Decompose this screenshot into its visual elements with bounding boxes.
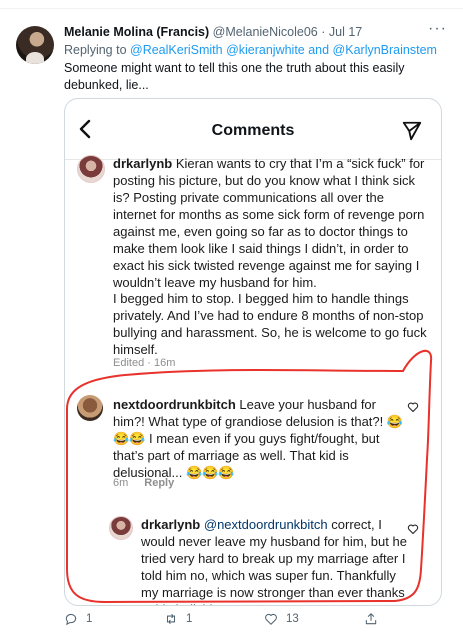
author-name[interactable]: Melanie Molina (Francis) [64,25,209,39]
comment-3-text: drkarlynb @nextdoordrunkbitch correct, I… [141,516,407,605]
tweet-header: Melanie Molina (Francis) @MelanieNicole0… [64,25,444,39]
retweet-action[interactable]: 1 [164,612,192,626]
comment-2-text: nextdoordrunkbitch Leave your husband fo… [113,396,407,481]
attached-screenshot[interactable]: Comments drkarlynb Kieran wants to cry t… [64,98,442,606]
reply-count: 1 [86,613,93,625]
tweet-actions: 1 1 13 [64,612,444,630]
comment-2-time: 6m [113,477,129,489]
share-action[interactable] [364,612,378,626]
top-divider [0,0,463,9]
like-heart-icon [265,613,277,625]
comment-3-username[interactable]: drkarlynb [141,517,200,532]
author-avatar[interactable] [16,26,54,64]
tweet-date[interactable]: Jul 17 [329,25,362,39]
like-action[interactable]: 13 [264,612,299,626]
reply-avatar[interactable] [109,516,133,540]
commenter-avatar[interactable] [77,155,105,183]
heart-icon[interactable] [407,401,419,413]
comment-1-body-2: I begged him to stop. I begged him to ha… [113,291,427,357]
reply-button[interactable]: Reply [144,477,174,489]
comment-3-mention[interactable]: @nextdoordrunkbitch [204,517,328,532]
comment-1-meta: Edited · 16m [113,357,176,369]
retweet-icon [166,613,176,625]
replying-to: Replying to @RealKeriSmith @kieranjwhite… [64,43,437,57]
comment-2-username[interactable]: nextdoordrunkbitch [113,397,236,412]
more-dots-icon[interactable]: ··· [428,20,447,38]
replying-prefix: Replying to [64,43,131,57]
comment-1-text: drkarlynb Kieran wants to cry that I’m a… [113,155,429,291]
like-count: 13 [286,613,299,625]
commenter-avatar[interactable] [77,395,103,421]
retweet-count: 1 [186,613,193,625]
comment-1-body: Kieran wants to cry that I’m a “sick fuc… [113,156,425,290]
meta-separator: · [317,25,329,39]
reply-bubble-icon [65,613,77,626]
author-handle[interactable]: @MelanieNicole06 [213,25,318,39]
send-paper-plane-icon[interactable] [401,120,423,142]
comments-header: Comments [65,99,441,160]
replying-mentions[interactable]: @RealKeriSmith @kieranjwhite and @Karlyn… [130,43,437,57]
comment-2-meta: 6m Reply [113,477,174,489]
comment-1-username[interactable]: drkarlynb [113,156,172,171]
share-upload-icon [365,613,377,625]
reply-action[interactable]: 1 [64,612,92,626]
heart-icon[interactable] [407,523,419,535]
tweet-text: Someone might want to tell this one the … [64,61,405,92]
comments-title: Comments [211,122,295,139]
